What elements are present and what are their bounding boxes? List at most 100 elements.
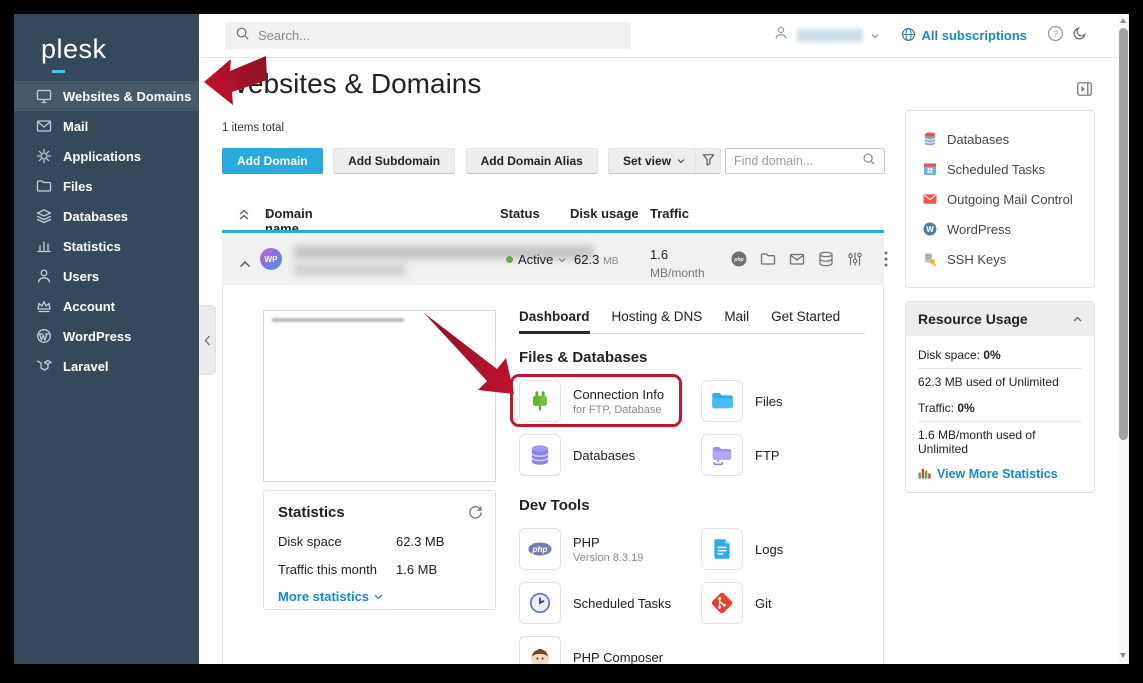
quick-link-label: SSH Keys [947, 252, 1006, 267]
status-label: Active [518, 252, 553, 267]
scroll-up-arrow[interactable] [1120, 18, 1126, 23]
main-area: All subscriptions ? Websites & Domains 1… [199, 14, 1118, 664]
sidebar-item-account[interactable]: Account [14, 291, 199, 321]
tool-label: FTP [755, 448, 780, 463]
search-icon [235, 26, 250, 46]
svg-text:?: ? [1053, 29, 1058, 39]
sidebar-item-files[interactable]: Files [14, 171, 199, 201]
column-disk-usage[interactable]: Disk usage [570, 206, 639, 221]
database-icon [922, 131, 938, 147]
sidebar-item-label: Statistics [63, 239, 121, 254]
tool-databases[interactable]: Databases [519, 432, 701, 478]
site-preview-thumbnail[interactable] [263, 310, 496, 482]
collapse-row-chevron-icon[interactable] [239, 255, 251, 273]
refresh-icon[interactable] [468, 504, 483, 524]
sidebar-item-websites-domains[interactable]: Websites & Domains [14, 81, 199, 111]
blurred-username[interactable] [797, 29, 863, 42]
tool-files[interactable]: Files [701, 378, 871, 424]
tool-label: Databases [573, 448, 635, 463]
tool-connection-info[interactable]: Connection Info for FTP, Database [519, 378, 701, 424]
resource-usage-header[interactable]: Resource Usage [906, 302, 1094, 336]
plesk-logo[interactable]: plesk [41, 34, 131, 65]
tool-label: Logs [755, 542, 783, 557]
stat-row-traffic: Traffic this month 1.6 MB [278, 562, 481, 577]
quick-link-wordpress[interactable]: W WordPress [906, 214, 1094, 244]
column-traffic[interactable]: Traffic [650, 206, 689, 221]
sidebar-item-label: Databases [63, 209, 128, 224]
database-stack-icon [519, 434, 561, 476]
search-input[interactable] [258, 28, 621, 43]
mail-icon [922, 191, 938, 207]
tool-scheduled-tasks[interactable]: Scheduled Tasks [519, 580, 701, 626]
plesk-app-window: plesk Websites & Domains Mail Applicatio… [14, 14, 1129, 664]
mail-icon[interactable] [788, 250, 806, 268]
find-domain-box[interactable] [725, 148, 885, 174]
filter-button[interactable] [695, 148, 721, 174]
find-domain-input[interactable] [734, 154, 862, 168]
tab-get-started[interactable]: Get Started [771, 309, 840, 333]
more-statistics-link[interactable]: More statistics [278, 589, 383, 604]
sidebar-item-wordpress[interactable]: WordPress [14, 321, 199, 351]
envelope-icon [36, 118, 52, 134]
add-domain-button[interactable]: Add Domain [222, 148, 323, 174]
files-icon[interactable] [759, 250, 777, 268]
all-subscriptions-label: All subscriptions [922, 28, 1027, 43]
php-settings-icon[interactable]: php [730, 250, 748, 268]
database-icon[interactable] [817, 250, 835, 268]
sort-descending-arrow[interactable]: ↓ [265, 206, 272, 221]
scroll-down-arrow[interactable] [1120, 653, 1126, 658]
tool-php-composer[interactable]: PHP Composer [519, 634, 701, 664]
tool-label: Git [755, 596, 772, 611]
settings-sliders-icon[interactable] [846, 250, 864, 268]
quick-access-card: Databases Scheduled Tasks Outgoing Mail … [905, 110, 1095, 288]
tab-dashboard[interactable]: Dashboard [519, 309, 590, 333]
status-dropdown[interactable]: Active [506, 252, 566, 267]
items-total: 1 items total [222, 122, 284, 134]
kebab-menu-icon[interactable] [884, 251, 888, 267]
tab-mail[interactable]: Mail [724, 309, 749, 333]
tool-php[interactable]: php PHP Version 8.3.19 [519, 526, 701, 572]
all-subscriptions-link[interactable]: All subscriptions [901, 27, 1027, 45]
chevron-up-icon [1073, 316, 1082, 322]
tab-hosting-dns[interactable]: Hosting & DNS [612, 309, 703, 333]
set-view-button[interactable]: Set view [608, 148, 700, 174]
vertical-scrollbar[interactable] [1118, 14, 1129, 664]
tool-ftp[interactable]: FTP [701, 432, 871, 478]
search-icon[interactable] [862, 152, 876, 171]
quick-link-databases[interactable]: Databases [906, 124, 1094, 154]
wordpress-icon [36, 328, 52, 344]
add-domain-alias-button[interactable]: Add Domain Alias [466, 148, 598, 174]
collapse-all-rows-icon[interactable] [238, 208, 250, 224]
global-search[interactable] [225, 22, 631, 49]
domain-card-body: Statistics Disk space 62.3 MB Traffic th… [222, 285, 884, 664]
add-subdomain-button[interactable]: Add Subdomain [333, 148, 455, 174]
disk-space-value: 62.3 MB [396, 534, 444, 549]
sidebar-item-mail[interactable]: Mail [14, 111, 199, 141]
quick-link-scheduled-tasks[interactable]: Scheduled Tasks [906, 154, 1094, 184]
dark-mode-moon-icon[interactable] [1072, 25, 1088, 46]
tool-label: Scheduled Tasks [573, 596, 671, 611]
resource-usage-body: Disk space: 0% 62.3 MB used of Unlimited… [906, 336, 1094, 492]
sidebar-item-statistics[interactable]: Statistics [14, 231, 199, 261]
tool-git[interactable]: Git [701, 580, 871, 626]
sidebar-item-applications[interactable]: Applications [14, 141, 199, 171]
side-panel-toggle-icon[interactable] [1077, 82, 1092, 101]
chevron-down-icon[interactable] [871, 33, 879, 39]
tool-logs[interactable]: Logs [701, 526, 871, 572]
plesk-screenshot: { "app": { "logo": "plesk" }, "sidebar":… [0, 0, 1143, 683]
view-more-statistics-link[interactable]: View More Statistics [918, 466, 1058, 482]
sidebar-item-databases[interactable]: Databases [14, 201, 199, 231]
sidebar-item-users[interactable]: Users [14, 261, 199, 291]
traffic-percent: Traffic: 0% [918, 395, 1082, 421]
disk-space-percent: Disk space: 0% [918, 342, 1082, 368]
plug-icon [519, 380, 561, 422]
column-status[interactable]: Status [500, 206, 540, 221]
quick-link-outgoing-mail-control[interactable]: Outgoing Mail Control [906, 184, 1094, 214]
sidebar-collapse-handle[interactable] [199, 305, 216, 375]
chevron-down-icon [677, 158, 685, 164]
quick-link-ssh-keys[interactable]: SSH Keys [906, 244, 1094, 274]
sidebar-item-laravel[interactable]: Laravel [14, 351, 199, 381]
help-icon[interactable]: ? [1047, 25, 1064, 47]
scrollbar-thumb[interactable] [1119, 28, 1128, 440]
svg-text:php: php [532, 545, 548, 554]
